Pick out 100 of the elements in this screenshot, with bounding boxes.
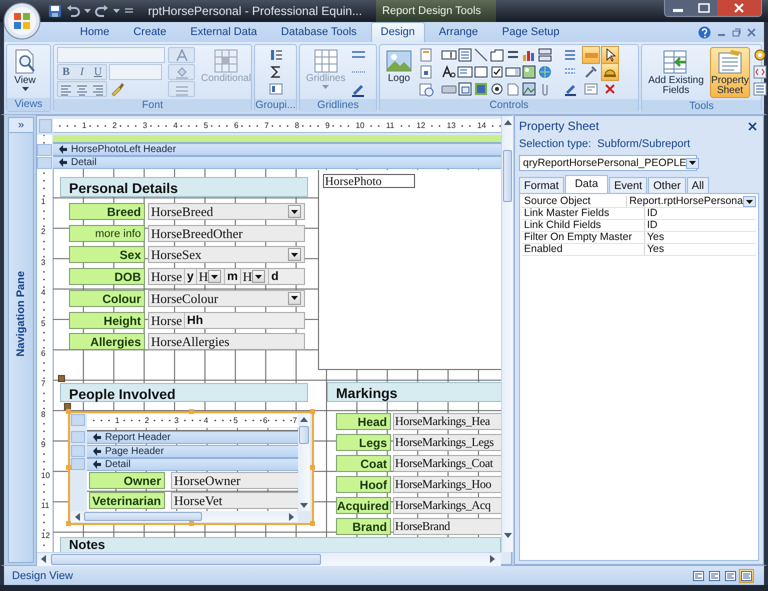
move-handle[interactable] — [64, 403, 71, 410]
page-break-icon[interactable] — [537, 47, 553, 63]
code-icon[interactable] — [752, 64, 768, 80]
resize-handle[interactable] — [66, 521, 71, 526]
maximize-button[interactable] — [691, 0, 717, 16]
resize-handle[interactable] — [66, 409, 71, 414]
ribbon-tab[interactable]: Design — [370, 22, 425, 42]
resize-handle[interactable] — [310, 521, 315, 526]
resize-handle[interactable] — [189, 521, 194, 526]
navigation-pane-label[interactable]: Navigation Pane — [15, 271, 27, 357]
expand-button[interactable]: » — [9, 118, 33, 133]
section-bar[interactable]: Report Header — [87, 431, 298, 444]
logo-button[interactable]: Logo — [383, 47, 415, 86]
caret-icon[interactable] — [113, 8, 120, 14]
undo-icon[interactable] — [66, 4, 80, 18]
redo-icon[interactable] — [95, 4, 109, 18]
ribbon-tab[interactable]: Create — [123, 22, 176, 42]
vertical-scrollbar[interactable] — [298, 414, 310, 511]
view-switch-button[interactable] — [707, 568, 722, 582]
font-name-field[interactable] — [57, 47, 165, 63]
line-color-button[interactable] — [168, 81, 195, 97]
up-arrow-icon[interactable] — [300, 417, 308, 422]
left-arrow-icon[interactable] — [75, 513, 80, 521]
section-bar[interactable]: Detail — [87, 458, 298, 471]
field-list-icon[interactable] — [752, 81, 768, 97]
resize-handle[interactable] — [66, 465, 71, 470]
view-switch-button[interactable] — [723, 568, 738, 582]
scrollbar-thumb[interactable] — [503, 150, 512, 202]
property-tab[interactable]: Data — [564, 175, 608, 193]
dropdown-button[interactable] — [743, 196, 756, 207]
resize-handle[interactable] — [310, 409, 315, 414]
right-arrow-icon[interactable] — [490, 555, 495, 563]
date-time-icon[interactable] — [418, 81, 434, 97]
property-tab[interactable]: Other — [648, 177, 686, 193]
list-icon[interactable] — [457, 47, 473, 63]
help-icon[interactable] — [698, 26, 711, 38]
font-size-field[interactable] — [109, 64, 162, 80]
tab-control-icon[interactable] — [489, 47, 505, 63]
left-arrow-icon[interactable] — [41, 555, 46, 563]
subform-icon[interactable] — [457, 81, 473, 97]
section-bar[interactable]: HorsePhotoLeft Header — [53, 143, 501, 156]
minimize-button[interactable] — [665, 0, 691, 16]
restore-icon[interactable] — [732, 28, 741, 36]
fill-color-button[interactable] — [168, 64, 195, 80]
view-switch-button[interactable] — [691, 568, 706, 582]
hide-details-icon[interactable] — [268, 81, 284, 97]
underline-button[interactable]: U — [90, 65, 106, 79]
line-icon[interactable] — [473, 47, 489, 63]
checkbox-icon[interactable] — [489, 64, 505, 80]
ribbon-tab[interactable]: External Data — [180, 22, 268, 42]
close-button[interactable] — [717, 0, 761, 16]
property-tab[interactable]: All — [686, 177, 709, 193]
add-fields-button[interactable]: Add Existing Fields — [644, 47, 708, 98]
title-icon[interactable] — [418, 47, 434, 63]
horizontal-scrollbar[interactable] — [71, 511, 298, 522]
dropdown-button[interactable] — [288, 248, 301, 262]
down-arrow-icon[interactable] — [300, 503, 308, 508]
rectangle-icon[interactable] — [473, 64, 489, 80]
section-bar[interactable]: Detail — [53, 156, 501, 169]
move-handle[interactable] — [58, 375, 65, 382]
ribbon-tab[interactable]: Home — [70, 22, 120, 42]
down-arrow-icon[interactable] — [504, 533, 512, 538]
dropdown-button[interactable] — [686, 158, 700, 168]
view-button[interactable]: View — [10, 47, 40, 94]
close-icon[interactable] — [748, 122, 757, 130]
subreport-control[interactable]: 1 2 3 4 5 6 7 Report Header Page Header Detail Owner HorseOwner Veterinarian HorseVet — [68, 411, 314, 525]
bound-image-icon[interactable] — [521, 81, 537, 97]
section-bar[interactable]: Page Header — [87, 444, 298, 458]
ribbon-tab[interactable]: Arrange — [428, 22, 488, 42]
property-value-field[interactable]: Report.rptHorsePersona — [627, 196, 756, 207]
dropdown-button[interactable] — [288, 205, 301, 218]
ribbon-tab[interactable]: Page Setup — [492, 22, 570, 42]
ribbon-tab[interactable]: Database Tools — [271, 22, 367, 42]
view-switch-button[interactable] — [739, 568, 754, 582]
italic-button[interactable]: I — [74, 65, 90, 79]
brush-icon[interactable] — [109, 81, 125, 97]
tools-icon[interactable] — [583, 64, 599, 80]
hard-hat-icon[interactable] — [602, 64, 618, 80]
vertical-scrollbar[interactable] — [501, 116, 513, 552]
close-icon[interactable] — [747, 28, 756, 36]
object-selector[interactable]: qryReportHorsePersonal_PEOPLE — [519, 155, 697, 171]
font-color-button[interactable] — [168, 47, 195, 63]
save-icon[interactable] — [48, 4, 62, 18]
page-number-icon[interactable] — [418, 64, 434, 80]
radio-button-icon[interactable] — [489, 81, 505, 97]
pointer-icon[interactable] — [602, 47, 618, 63]
sort-icon[interactable] — [268, 47, 284, 63]
bold-button[interactable]: B — [58, 65, 74, 79]
property-sheet-button[interactable]: Property Sheet — [710, 47, 750, 98]
object-frame-icon[interactable] — [473, 81, 489, 97]
image-icon[interactable] — [521, 64, 537, 80]
property-tab[interactable]: Event — [609, 177, 648, 193]
horizontal-scrollbar[interactable] — [37, 552, 501, 566]
scrollbar-thumb[interactable] — [51, 554, 321, 565]
dropdown-button[interactable] — [208, 270, 222, 284]
scrollbar-thumb[interactable] — [84, 512, 202, 521]
label-icon[interactable] — [441, 64, 457, 80]
dropdown-button[interactable] — [288, 292, 301, 305]
caret-icon[interactable] — [84, 8, 91, 14]
property-tab[interactable]: Format — [519, 177, 564, 193]
